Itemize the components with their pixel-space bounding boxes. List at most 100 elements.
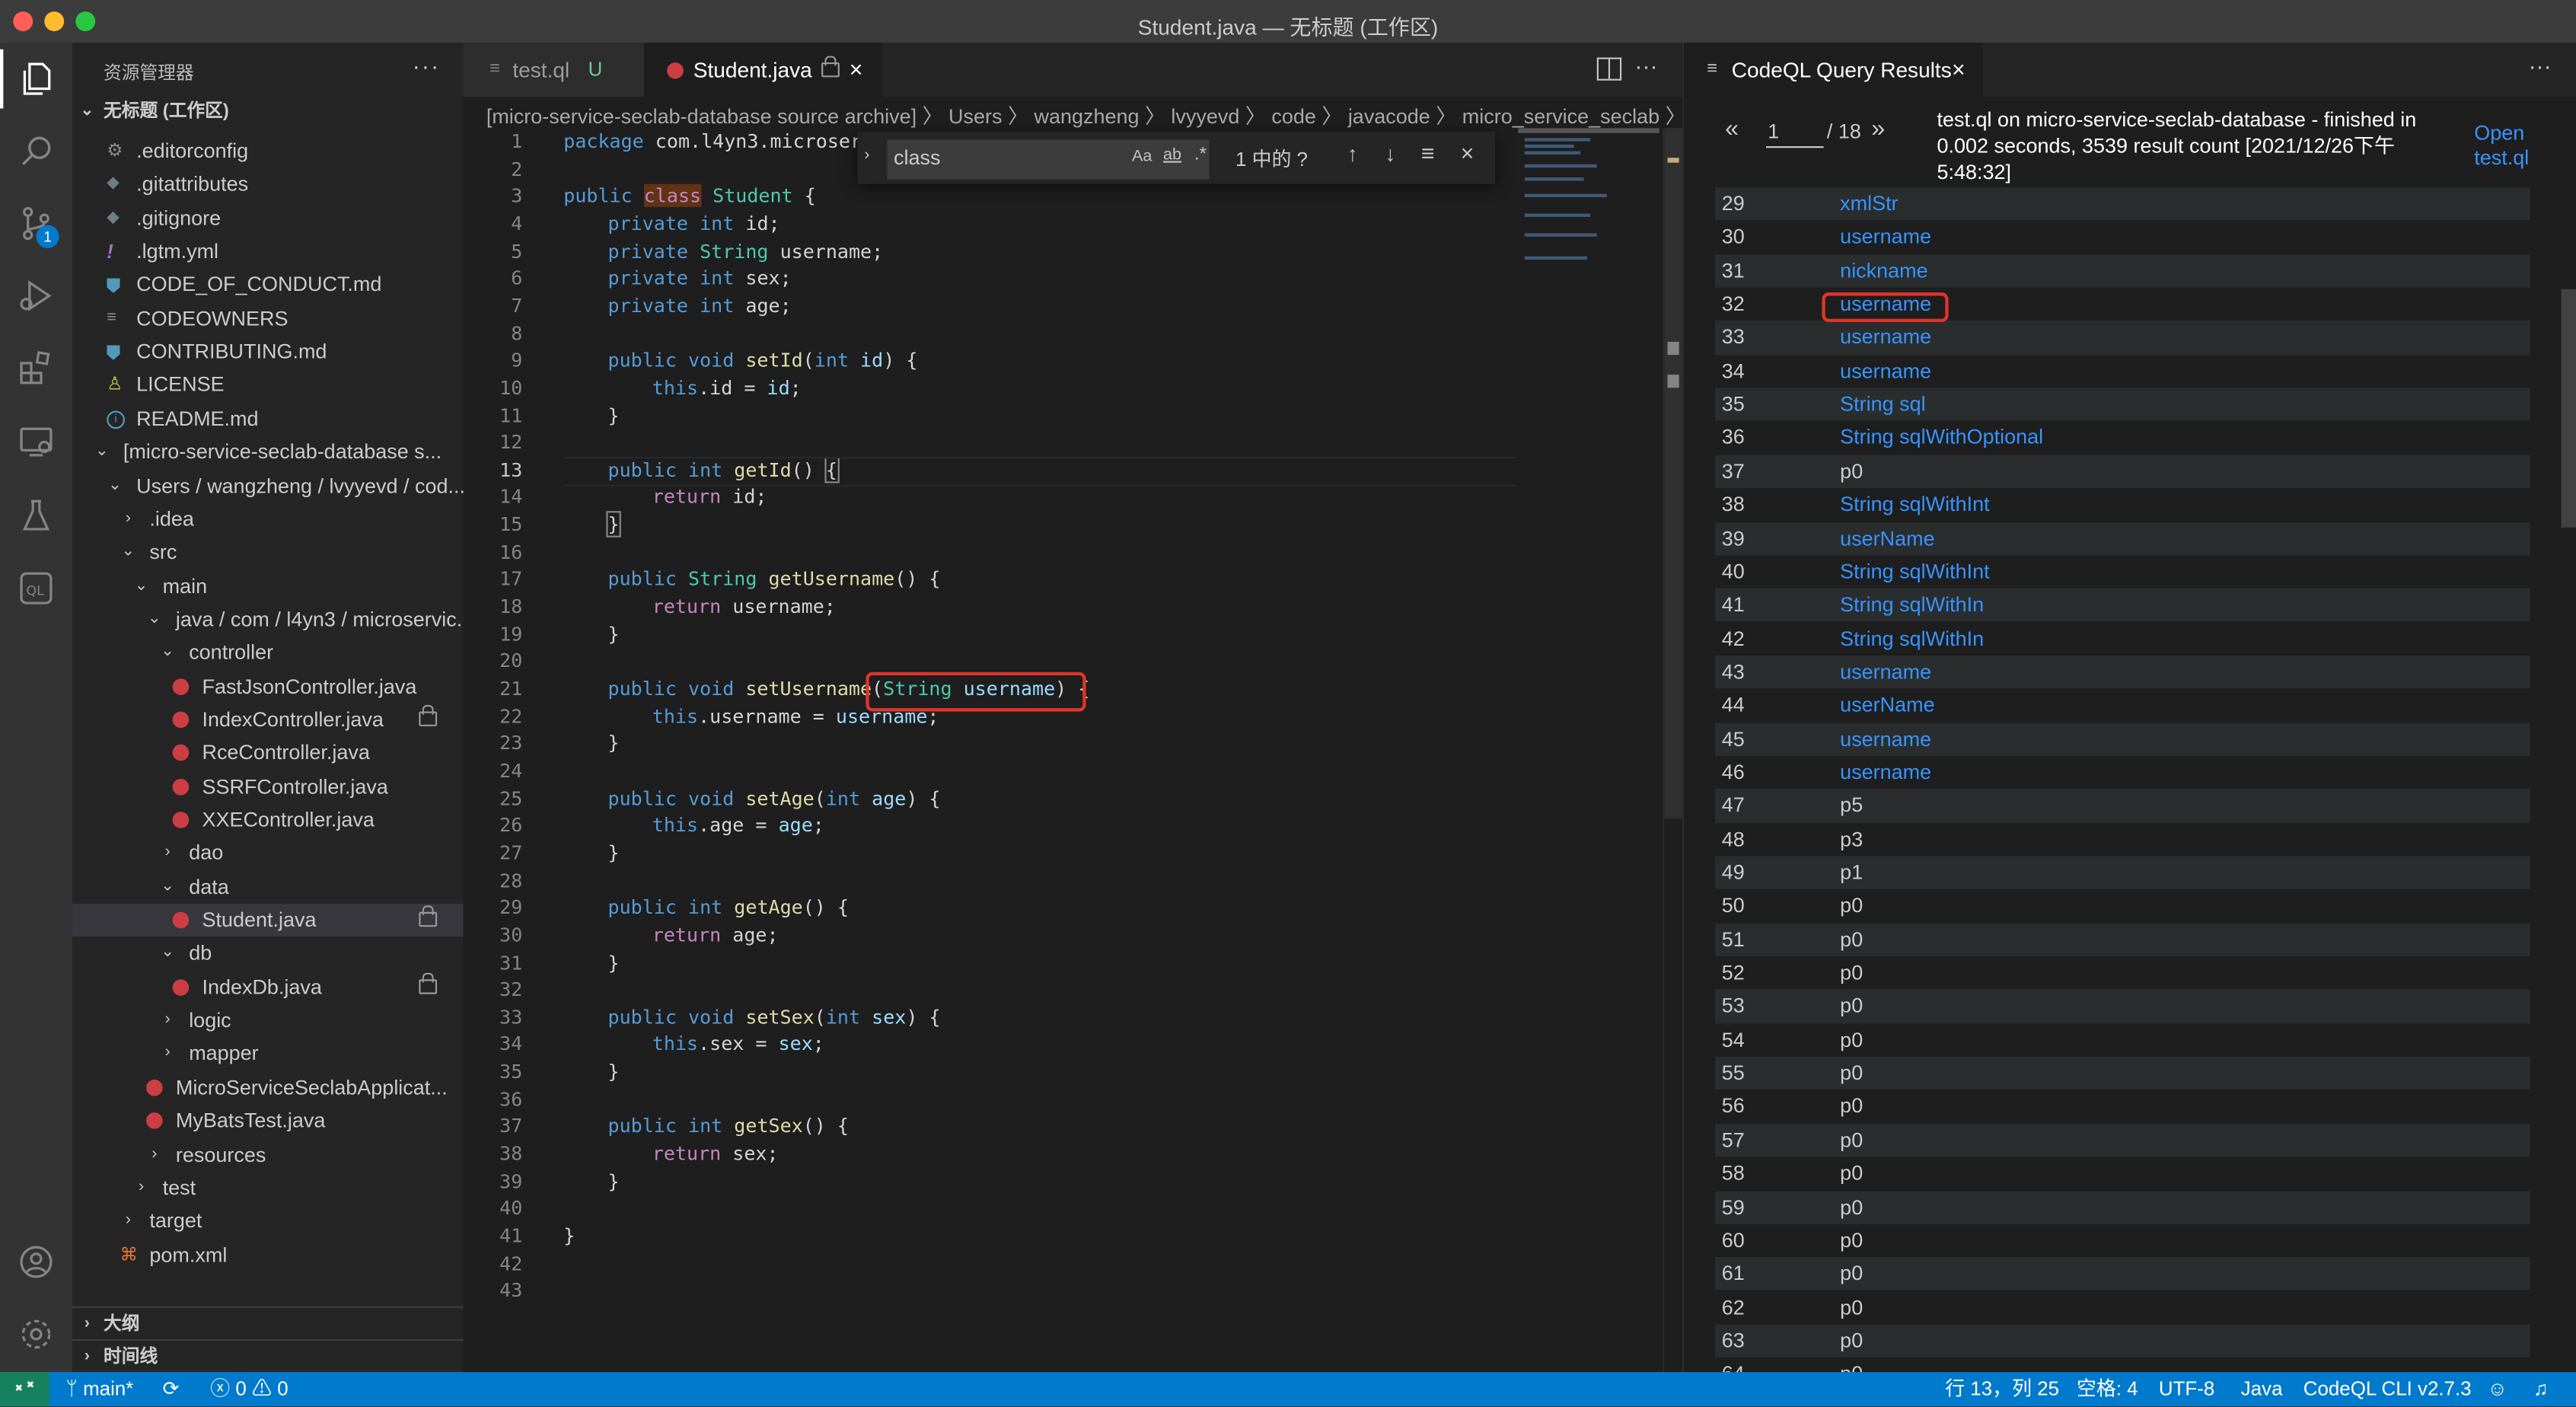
code-line[interactable]: 8 (464, 320, 1515, 347)
result-link[interactable]: username (1840, 221, 1931, 254)
match-whole-word-icon[interactable]: ab (1163, 146, 1181, 164)
code-line[interactable]: 26 this.age = age; (464, 812, 1515, 840)
code-line[interactable]: 33 public void setSex(int sex) { (464, 1003, 1515, 1031)
close-icon[interactable]: × (1461, 139, 1475, 166)
match-case-icon[interactable]: Aa (1132, 148, 1152, 166)
tree-item[interactable]: Student.java (72, 904, 464, 937)
tree-item[interactable]: ⌄ [micro-service-seclab-database s... (72, 436, 464, 468)
tab-test-ql[interactable]: ≡ test.ql U (463, 43, 645, 97)
tree-item[interactable]: › target (72, 1204, 464, 1237)
notifications-bell-icon[interactable]: ♫ (2533, 1372, 2548, 1406)
result-link[interactable]: userName (1840, 522, 1934, 555)
outline-section[interactable]: › 大纲 (72, 1306, 464, 1341)
workspace-header[interactable]: ⌄ 无标题 (工作区) (72, 95, 464, 128)
code-line[interactable]: 40 (464, 1195, 1515, 1223)
explorer-more-button[interactable]: ··· (413, 53, 441, 79)
result-link[interactable]: nickname (1840, 254, 1927, 288)
tree-item[interactable]: ⌄ db (72, 937, 464, 970)
tree-item[interactable]: CONTRIBUTING.md (72, 335, 464, 368)
tree-item[interactable]: ! .lgtm.yml (72, 235, 464, 268)
account-icon[interactable] (17, 1243, 56, 1282)
codeql-icon[interactable]: QL (17, 569, 56, 608)
tree-item[interactable]: IndexController.java (72, 704, 464, 736)
tree-item[interactable]: ⌄ src (72, 536, 464, 569)
code-line[interactable]: 29 public int getAge() { (464, 894, 1515, 921)
tree-item[interactable]: › dao (72, 837, 464, 869)
tree-item[interactable]: › logic (72, 1004, 464, 1037)
language-mode[interactable]: Java (2241, 1372, 2283, 1406)
code-line[interactable]: 38 return sex; (464, 1141, 1515, 1168)
code-line[interactable]: 41} (464, 1223, 1515, 1250)
tree-item[interactable]: ♙ LICENSE (72, 368, 464, 401)
regex-icon[interactable]: .* (1194, 145, 1207, 164)
feedback-icon[interactable]: ☺ (2488, 1372, 2507, 1406)
chevron-right-icon[interactable]: › (864, 146, 869, 164)
code-line[interactable]: 27} (464, 840, 1515, 867)
tab-student-java[interactable]: Student.java × (644, 43, 882, 97)
code-line[interactable]: 13 public int getId() { (464, 456, 1515, 484)
find-input[interactable]: class (894, 146, 940, 169)
result-link[interactable]: String sqlWithIn (1840, 589, 1984, 622)
tree-item[interactable]: i README.md (72, 402, 464, 435)
tree-item[interactable]: ⌄ java / com / l4yn3 / microservic... (72, 603, 464, 636)
tab-codeql-results[interactable]: ≡ CodeQL Query Results × (1684, 43, 1983, 97)
tree-item[interactable]: ⌄ controller (72, 636, 464, 669)
tree-item[interactable]: › resources (72, 1138, 464, 1171)
tree-item[interactable]: ⌘ pom.xml (72, 1238, 464, 1271)
code-line[interactable]: 7 private int age; (464, 292, 1515, 320)
extensions-icon[interactable] (17, 349, 56, 388)
open-query-link[interactable]: Open test.ql (2474, 122, 2529, 171)
code-line[interactable]: 31} (464, 949, 1515, 976)
open-link-line2[interactable]: test.ql (2474, 146, 2529, 171)
code-line[interactable]: 37 public int getSex() { (464, 1113, 1515, 1141)
tree-item[interactable]: IndexDb.java (72, 971, 464, 1003)
tree-item[interactable]: ⌄ main (72, 570, 464, 602)
code-line[interactable]: 14 return id; (464, 483, 1515, 511)
code-line[interactable]: 15} (464, 511, 1515, 538)
problems-indicator[interactable]: ⓧ 0 ⚠ 0 (210, 1372, 288, 1406)
code-line[interactable]: 3 public class Student { (464, 183, 1515, 210)
more-actions-icon[interactable]: ··· (2528, 53, 2551, 79)
testing-icon[interactable] (17, 496, 56, 536)
split-editor-icon[interactable] (1596, 57, 1622, 81)
editor-scrollbar[interactable] (1663, 128, 1685, 1373)
code-line[interactable]: 42 (464, 1250, 1515, 1278)
result-link[interactable]: username (1840, 321, 1931, 355)
explorer-icon[interactable] (17, 59, 56, 99)
indentation[interactable]: 空格: 4 (2077, 1372, 2138, 1406)
more-actions-icon[interactable]: ··· (1634, 53, 1657, 79)
result-link[interactable]: username (1840, 723, 1931, 756)
code-line[interactable]: 30 return age; (464, 921, 1515, 949)
tree-item[interactable]: CODE_OF_CONDUCT.md (72, 269, 464, 302)
tree-item[interactable]: ◆ .gitignore (72, 202, 464, 234)
result-link[interactable]: String sql (1840, 388, 1925, 422)
code-line[interactable]: 19} (464, 621, 1515, 648)
tree-item[interactable]: › mapper (72, 1038, 464, 1070)
arrow-up-icon[interactable]: ↑ (1347, 142, 1358, 166)
code-line[interactable]: 28 (464, 867, 1515, 895)
result-link[interactable]: username (1840, 656, 1931, 689)
branch-indicator[interactable]: ᛘ main* (65, 1372, 133, 1406)
code-line[interactable]: 23} (464, 730, 1515, 758)
cursor-position[interactable]: 行 13，列 25 (1945, 1372, 2059, 1406)
tree-item[interactable]: MyBatsTest.java (72, 1105, 464, 1137)
code-line[interactable]: 32 (464, 976, 1515, 1003)
result-link[interactable]: xmlStr (1840, 187, 1898, 221)
run-debug-icon[interactable] (17, 276, 56, 316)
code-line[interactable]: 12 (464, 429, 1515, 457)
result-link[interactable]: String sqlWithOptional (1840, 421, 2043, 455)
search-icon[interactable] (17, 132, 56, 171)
code-line[interactable]: 20 (464, 648, 1515, 675)
result-link[interactable]: String sqlWithInt (1840, 555, 1989, 589)
tree-item[interactable]: XXEController.java (72, 803, 464, 836)
result-link[interactable]: username (1840, 355, 1931, 388)
tree-item[interactable]: FastJsonController.java (72, 670, 464, 703)
result-link[interactable]: username (1840, 756, 1931, 790)
remote-explorer-icon[interactable] (17, 423, 56, 462)
minimap[interactable] (1518, 128, 1663, 292)
code-line[interactable]: 39} (464, 1168, 1515, 1195)
tree-item[interactable]: ⌄ data (72, 870, 464, 903)
code-line[interactable]: 35} (464, 1058, 1515, 1086)
result-link[interactable]: String sqlWithIn (1840, 622, 1984, 656)
code-line[interactable]: 10 this.id = id; (464, 375, 1515, 402)
